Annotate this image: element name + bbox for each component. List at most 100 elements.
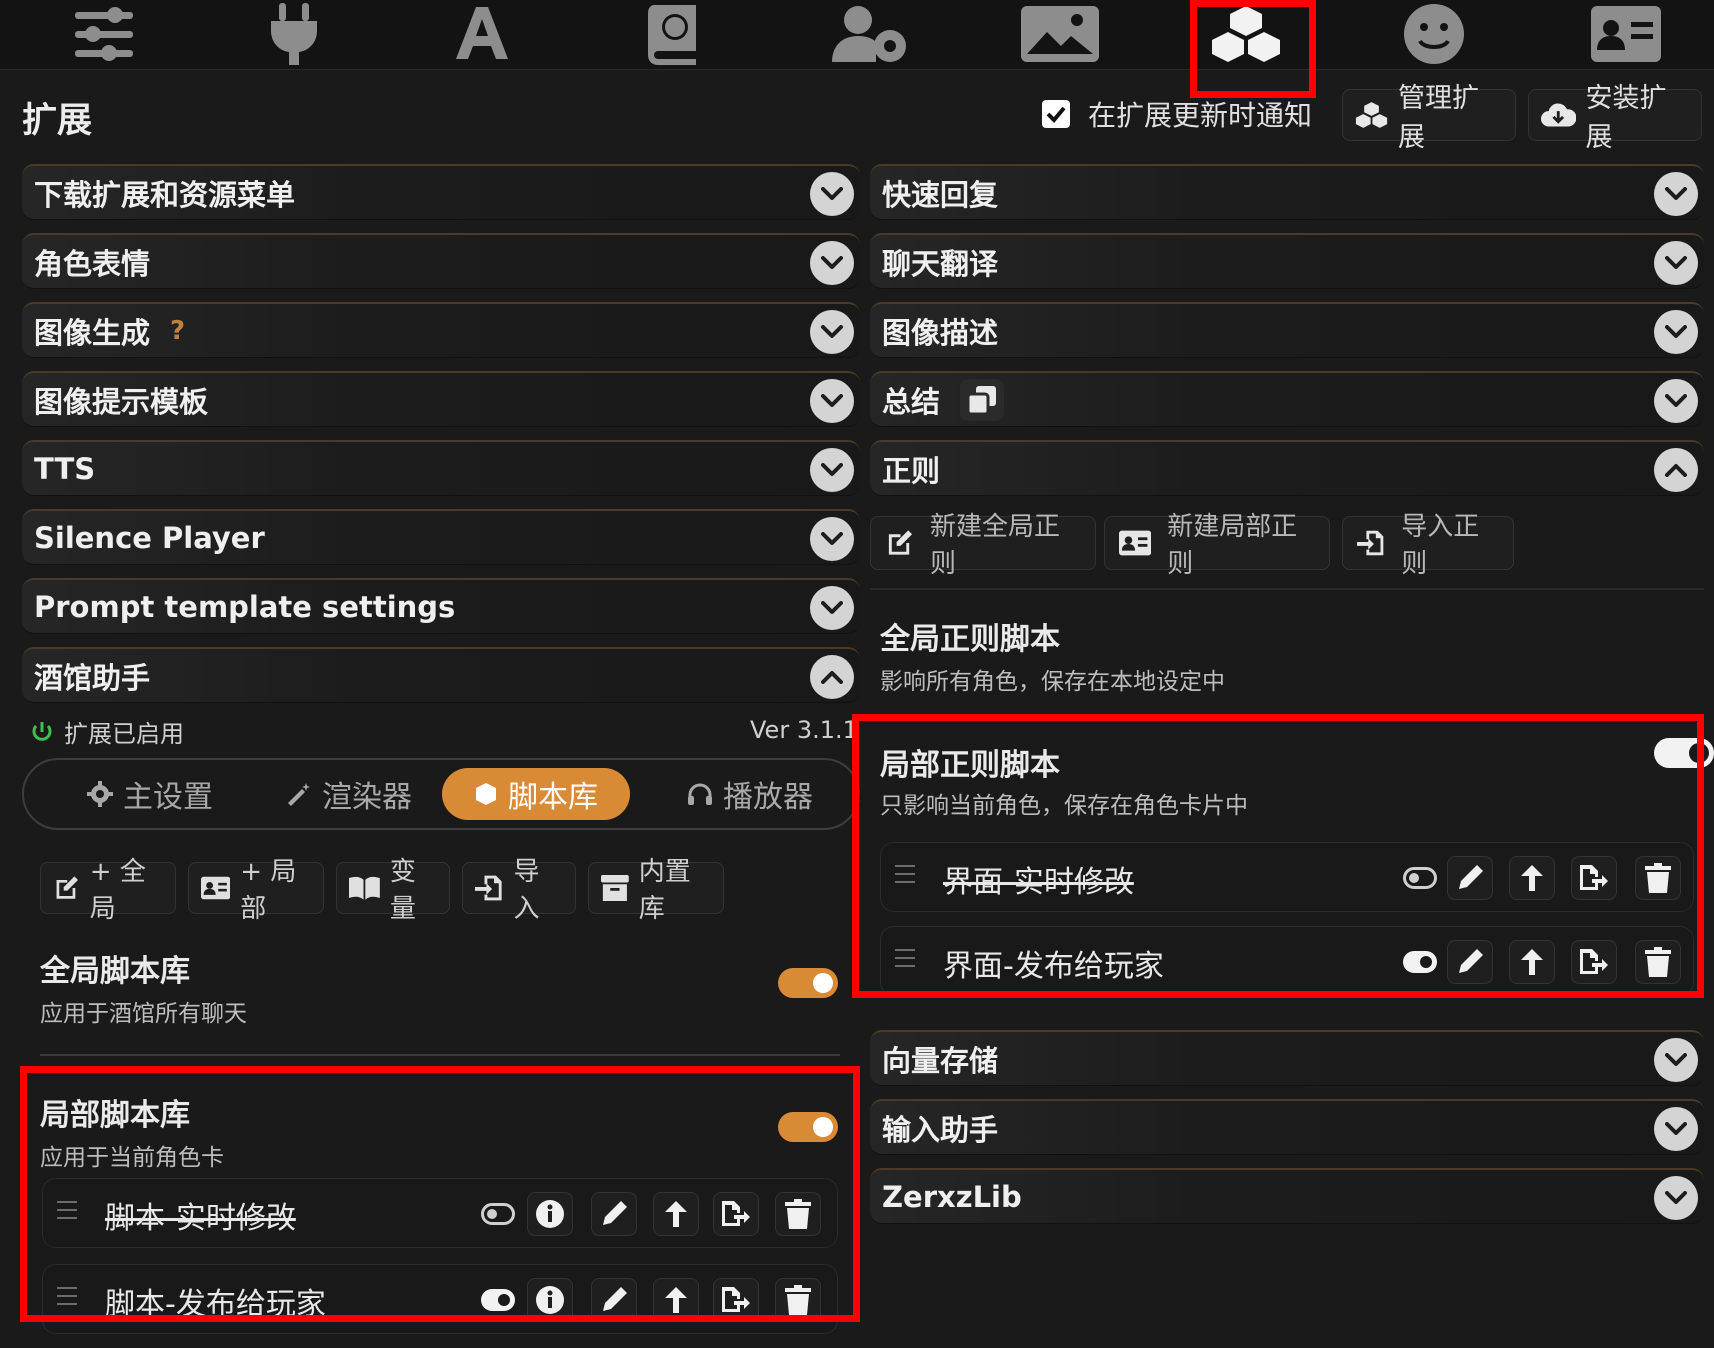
tab-renderer[interactable]: 渲染器 bbox=[264, 768, 434, 820]
chevron-down-icon[interactable] bbox=[810, 172, 854, 216]
file-import-icon bbox=[1357, 530, 1384, 556]
version-label: Ver 3.1.1 bbox=[750, 716, 858, 744]
drawer-tts[interactable]: TTS bbox=[22, 440, 860, 496]
button-label: 内置库 bbox=[638, 857, 691, 924]
drawer-title: Silence Player bbox=[34, 520, 265, 555]
chevron-down-icon[interactable] bbox=[1654, 1038, 1698, 1082]
id-card-icon bbox=[201, 876, 231, 900]
drawer-tavern-helper[interactable]: 酒馆助手 bbox=[22, 647, 860, 703]
chevron-down-icon[interactable] bbox=[810, 517, 854, 561]
builtin-library-button[interactable]: 内置库 bbox=[588, 857, 724, 924]
install-extension-button[interactable]: 安装扩展 bbox=[1528, 83, 1702, 153]
import-regex-button[interactable]: 导入正则 bbox=[1342, 512, 1514, 579]
button-label: 导入正则 bbox=[1401, 512, 1480, 579]
help-icon[interactable]: ? bbox=[170, 316, 185, 346]
sliders-icon[interactable] bbox=[54, 4, 154, 64]
manage-extensions-button[interactable]: 管理扩展 bbox=[1342, 83, 1516, 153]
chevron-down-icon[interactable] bbox=[810, 241, 854, 285]
cubes-icon bbox=[1355, 102, 1388, 128]
drawer-title: 酒馆助手 bbox=[34, 660, 151, 695]
drawer-title: TTS bbox=[34, 451, 96, 486]
headphones-icon bbox=[688, 783, 712, 805]
drawer-title: 图像描述 bbox=[882, 315, 999, 350]
chevron-down-icon[interactable] bbox=[810, 586, 854, 630]
smiley-icon[interactable] bbox=[1384, 4, 1484, 64]
notify-checkbox[interactable] bbox=[1042, 100, 1070, 128]
button-label: + 全局 bbox=[89, 857, 146, 924]
drawer-zerxzlib[interactable]: ZerxzLib bbox=[870, 1168, 1704, 1224]
highlight-box-local-regex bbox=[852, 714, 1704, 998]
chevron-down-icon[interactable] bbox=[1654, 310, 1698, 354]
drawer-image-prompt-templates[interactable]: 图像提示模板 bbox=[22, 371, 860, 427]
drawer-character-expressions[interactable]: 角色表情 bbox=[22, 233, 860, 289]
drawer-image-captioning[interactable]: 图像描述 bbox=[870, 302, 1704, 358]
chevron-down-icon[interactable] bbox=[810, 448, 854, 492]
chevron-down-icon[interactable] bbox=[810, 379, 854, 423]
drawer-silence-player[interactable]: Silence Player bbox=[22, 509, 860, 565]
tab-script-library[interactable]: 脚本库 bbox=[442, 768, 630, 820]
chevron-down-icon[interactable] bbox=[1654, 1107, 1698, 1151]
drawer-title: 输入助手 bbox=[882, 1112, 999, 1147]
global-script-library-subtitle: 应用于酒馆所有聊天 bbox=[40, 1001, 247, 1027]
cloud-download-icon bbox=[1541, 103, 1576, 127]
new-global-regex-button[interactable]: 新建全局正则 bbox=[870, 512, 1096, 579]
notify-on-update[interactable]: 在扩展更新时通知 bbox=[1042, 94, 1312, 134]
drawer-input-assistant[interactable]: 输入助手 bbox=[870, 1099, 1704, 1155]
copy-icon[interactable] bbox=[960, 378, 1005, 421]
drawer-title: 图像提示模板 bbox=[34, 384, 209, 419]
image-icon[interactable] bbox=[1010, 4, 1110, 64]
import-button[interactable]: 导入 bbox=[462, 857, 576, 924]
manage-label: 管理扩展 bbox=[1398, 83, 1480, 153]
tab-label: 脚本库 bbox=[508, 780, 598, 815]
tab-player[interactable]: 播放器 bbox=[660, 768, 840, 820]
drawer-quick-reply[interactable]: 快速回复 bbox=[870, 164, 1704, 220]
file-import-icon bbox=[475, 875, 502, 901]
plug-icon[interactable] bbox=[244, 3, 344, 65]
tab-label: 渲染器 bbox=[322, 780, 412, 815]
chevron-down-icon[interactable] bbox=[810, 310, 854, 354]
font-icon[interactable] bbox=[432, 4, 532, 64]
archive-icon bbox=[601, 875, 629, 901]
drawer-title: 向量存储 bbox=[882, 1043, 999, 1078]
chevron-down-icon[interactable] bbox=[1654, 1176, 1698, 1220]
install-label: 安装扩展 bbox=[1585, 83, 1667, 153]
tab-label: 播放器 bbox=[723, 780, 813, 815]
tab-main-settings[interactable]: 主设置 bbox=[60, 768, 240, 820]
chevron-down-icon[interactable] bbox=[1654, 241, 1698, 285]
gear-icon bbox=[87, 781, 113, 807]
extension-status: 扩展已启用 bbox=[30, 714, 184, 749]
global-regex-title: 全局正则脚本 bbox=[880, 622, 1060, 657]
magic-wand-icon bbox=[288, 783, 310, 806]
add-local-script-button[interactable]: + 局部 bbox=[188, 857, 324, 924]
power-icon bbox=[32, 721, 52, 741]
page-title: 扩展 bbox=[22, 101, 93, 141]
drawer-title: 正则 bbox=[882, 453, 941, 488]
cube-icon bbox=[476, 783, 496, 805]
drawer-image-generation[interactable]: 图像生成 ? bbox=[22, 302, 860, 358]
variables-button[interactable]: 变量 bbox=[336, 857, 450, 924]
drawer-vector-storage[interactable]: 向量存储 bbox=[870, 1030, 1704, 1086]
edit-icon bbox=[888, 530, 913, 555]
drawer-regex[interactable]: 正则 bbox=[870, 440, 1704, 496]
status-text: 扩展已启用 bbox=[64, 720, 184, 748]
button-label: 新建局部正则 bbox=[1167, 512, 1298, 579]
book-globe-icon[interactable] bbox=[624, 4, 724, 65]
chevron-down-icon[interactable] bbox=[1654, 379, 1698, 423]
drawer-summarize[interactable]: 总结 bbox=[870, 371, 1704, 427]
drawer-prompt-template-settings[interactable]: Prompt template settings bbox=[22, 578, 860, 634]
drawer-chat-translation[interactable]: 聊天翻译 bbox=[870, 233, 1704, 289]
divider bbox=[870, 588, 1704, 590]
id-card-icon[interactable] bbox=[1576, 4, 1676, 64]
chevron-up-icon[interactable] bbox=[810, 655, 854, 699]
user-gear-icon[interactable] bbox=[822, 4, 922, 64]
edit-icon bbox=[56, 876, 78, 899]
chevron-up-icon[interactable] bbox=[1654, 448, 1698, 492]
drawer-download-extensions[interactable]: 下载扩展和资源菜单 bbox=[22, 164, 860, 220]
button-label: 新建全局正则 bbox=[930, 512, 1061, 579]
global-script-library-toggle[interactable] bbox=[778, 968, 838, 998]
add-global-script-button[interactable]: + 全局 bbox=[40, 857, 176, 924]
button-label: + 局部 bbox=[240, 857, 297, 924]
id-card-icon bbox=[1119, 530, 1152, 556]
chevron-down-icon[interactable] bbox=[1654, 172, 1698, 216]
new-local-regex-button[interactable]: 新建局部正则 bbox=[1104, 512, 1330, 579]
